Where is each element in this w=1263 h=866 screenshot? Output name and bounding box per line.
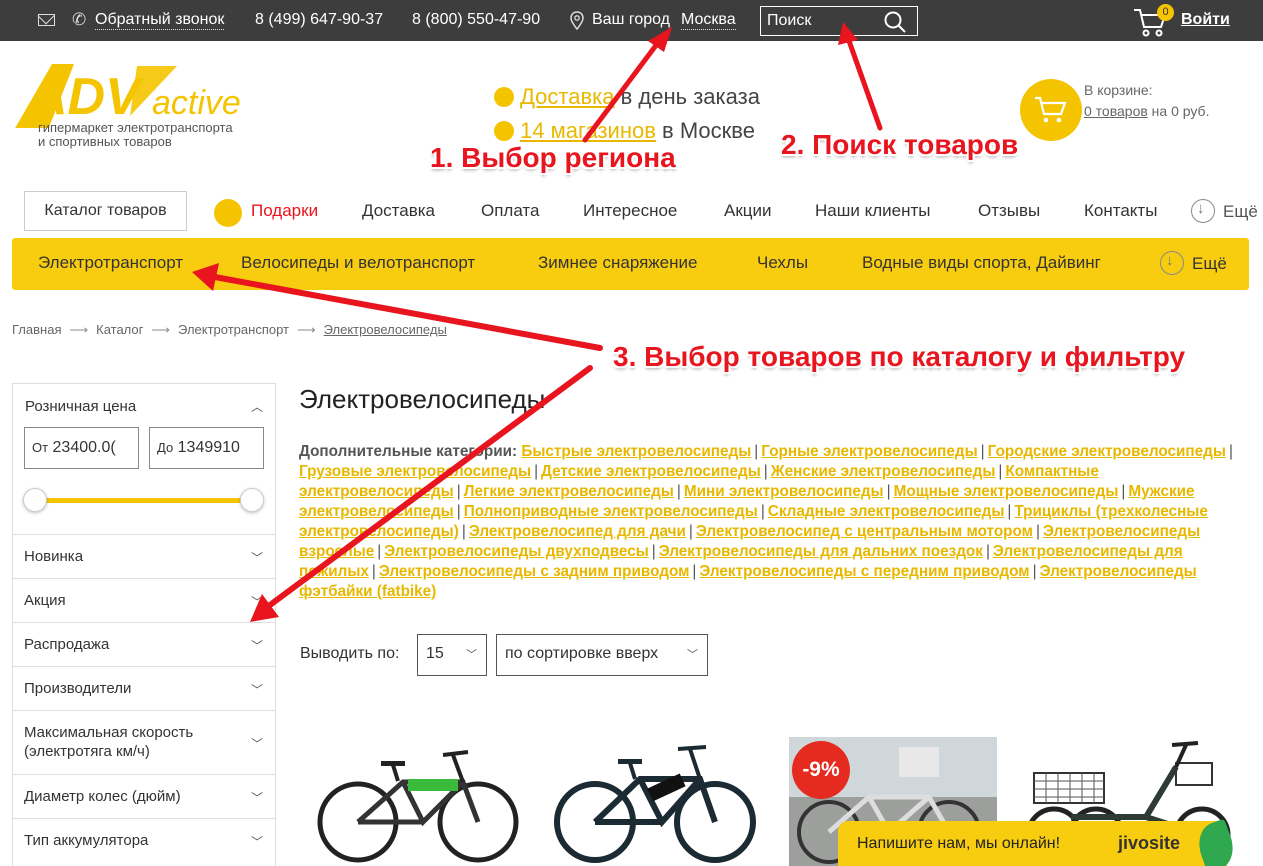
arrow-region — [582, 37, 663, 143]
annotation-arrows — [192, 22, 883, 622]
annotation-region: 1. Выбор региона — [430, 142, 676, 173]
annotation-catalog-filter: 3. Выбор товаров по каталогу и фильтру — [613, 341, 1186, 372]
arrow-catalog — [212, 274, 603, 351]
arrow-search-head — [838, 22, 858, 45]
arrow-search — [845, 35, 883, 131]
arrow-catalog-head — [192, 263, 219, 291]
arrow-filter — [267, 365, 593, 608]
annotation-search: 2. Поиск товаров — [781, 129, 1019, 160]
